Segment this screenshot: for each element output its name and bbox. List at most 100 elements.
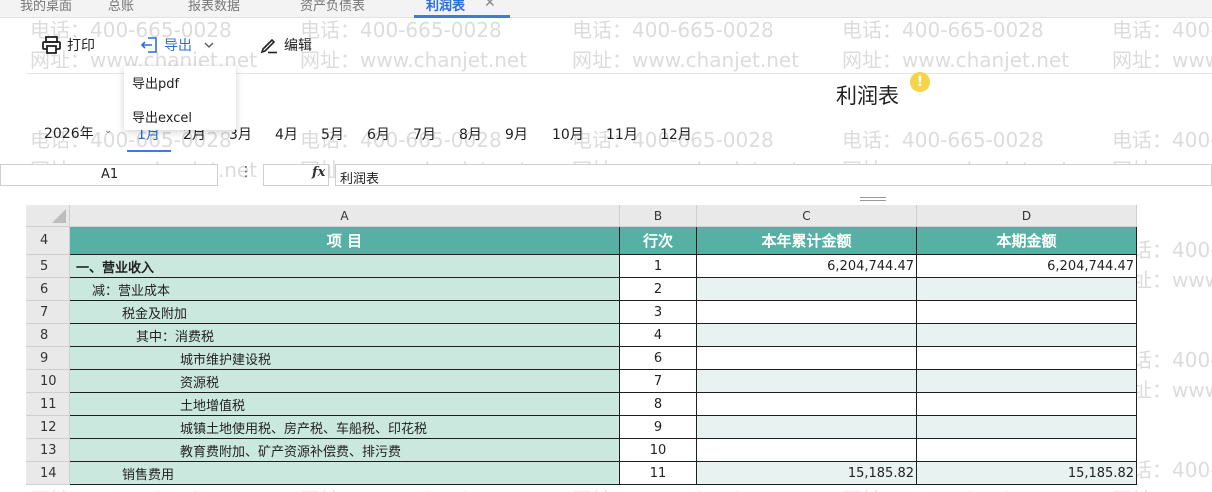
year-selector[interactable]: 2026年 [44,123,94,143]
item-cell[interactable]: 教育费附加、矿产资源补偿费、排污费 [70,439,620,462]
current-amount-cell[interactable] [917,439,1137,462]
pane-splitter-handle[interactable] [860,197,886,201]
warning-icon[interactable]: ! [910,72,930,92]
ytd-amount-cell[interactable] [697,370,917,393]
row-header[interactable]: 5 [26,255,70,278]
item-cell[interactable]: 一、营业收入 [70,255,620,278]
line-number-cell[interactable]: 3 [620,301,697,324]
current-amount-cell[interactable] [917,393,1137,416]
export-excel-option[interactable]: 导出excel [132,107,192,126]
line-number-cell[interactable]: 4 [620,324,697,347]
current-amount-cell[interactable] [917,370,1137,393]
month-tab[interactable]: 6月 [367,124,390,144]
row-header[interactable]: 11 [26,393,70,416]
cell-name-box[interactable]: A1 [0,164,218,186]
watermark-site: 网址：www.chanjet.net [572,48,800,72]
export-dropdown-menu: 导出pdf 导出excel [124,66,236,130]
chevron-down-icon[interactable]: ⌄ [104,125,112,136]
month-tab[interactable]: 11月 [606,124,638,144]
watermark-phone: 电话：400-665-0028 [572,18,774,42]
watermark-site: 网址：www.chanjet.net [1112,48,1212,72]
edit-button[interactable]: 编辑 [260,34,312,56]
active-tab-indicator [414,15,510,18]
row-header[interactable]: 4 [26,227,70,255]
month-tab[interactable]: 4月 [275,124,298,144]
table-header-cell[interactable]: 本年累计金额 [697,227,917,255]
column-header[interactable]: B [620,205,697,227]
select-all-corner[interactable] [26,205,70,227]
ytd-amount-cell[interactable] [697,439,917,462]
row-header[interactable]: 9 [26,347,70,370]
watermark-phone: 电话：400-665-0028 [1112,128,1212,152]
current-amount-cell[interactable]: 6,204,744.47 [917,255,1137,278]
table-header-cell[interactable]: 本期金额 [917,227,1137,255]
ytd-amount-cell[interactable]: 6,204,744.47 [697,255,917,278]
month-tab[interactable]: 9月 [505,124,528,144]
ytd-amount-cell[interactable] [697,416,917,439]
fx-icon[interactable]: fx [312,165,325,180]
current-amount-cell[interactable] [917,347,1137,370]
month-tab[interactable]: 12月 [660,124,692,144]
item-cell[interactable]: 减：营业成本 [70,278,620,301]
table-header-cell[interactable]: 行次 [620,227,697,255]
more-vertical-icon[interactable]: ⋮ [239,164,253,180]
line-number-cell[interactable]: 8 [620,393,697,416]
ytd-amount-cell[interactable] [697,347,917,370]
row-header[interactable]: 14 [26,462,70,485]
export-pdf-option[interactable]: 导出pdf [132,73,179,92]
tab-report-data[interactable]: 报表数据 [188,0,240,14]
item-cell[interactable]: 其中：消费税 [70,324,620,347]
line-number-cell[interactable]: 6 [620,347,697,370]
item-cell[interactable]: 城市维护建设税 [70,347,620,370]
close-icon[interactable]: ✕ [484,0,496,11]
line-number-cell[interactable]: 11 [620,462,697,485]
line-number-cell[interactable]: 7 [620,370,697,393]
item-cell[interactable]: 城镇土地使用税、房产税、车船税、印花税 [70,416,620,439]
column-header[interactable]: A [70,205,620,227]
row-header[interactable]: 6 [26,278,70,301]
tab-ledger[interactable]: 总账 [108,0,134,14]
month-tab[interactable]: 8月 [459,124,482,144]
watermark-phone: 电话：400-665-0028 [300,18,502,42]
line-number-cell[interactable]: 2 [620,278,697,301]
item-cell[interactable]: 资源税 [70,370,620,393]
export-button[interactable]: 导出 [140,34,220,56]
ytd-amount-cell[interactable] [697,393,917,416]
current-amount-cell[interactable] [917,301,1137,324]
row-header[interactable]: 13 [26,439,70,462]
item-cell[interactable]: 销售费用 [70,462,620,485]
print-button[interactable]: 打印 [42,34,95,56]
line-number-cell[interactable]: 1 [620,255,697,278]
row-header[interactable]: 10 [26,370,70,393]
export-label: 导出 [164,38,192,54]
ytd-amount-cell[interactable]: 15,185.82 [697,462,917,485]
ytd-amount-cell[interactable] [697,278,917,301]
line-number-cell[interactable]: 9 [620,416,697,439]
table-header-cell[interactable]: 项 目 [70,227,620,255]
current-amount-cell[interactable]: 15,185.82 [917,462,1137,485]
current-amount-cell[interactable] [917,416,1137,439]
item-cell[interactable]: 税金及附加 [70,301,620,324]
print-label: 打印 [67,38,95,54]
month-tab[interactable]: 5月 [321,124,344,144]
ytd-amount-cell[interactable] [697,301,917,324]
month-tab[interactable]: 7月 [413,124,436,144]
report-title: 利润表 [836,84,899,108]
formula-bar: A1 ⋮ fx 利润表 [0,162,1212,188]
column-header[interactable]: D [917,205,1137,227]
ytd-amount-cell[interactable] [697,324,917,347]
current-amount-cell[interactable] [917,324,1137,347]
tab-income-statement[interactable]: 利润表 [426,0,465,14]
tab-balance-sheet[interactable]: 资产负债表 [300,0,365,14]
formula-input[interactable]: 利润表 [335,164,1212,187]
row-header[interactable]: 12 [26,416,70,439]
watermark-site: 网址：www.chanjet.net [300,48,528,72]
item-cell[interactable]: 土地增值税 [70,393,620,416]
column-header[interactable]: C [697,205,917,227]
month-tab[interactable]: 10月 [552,124,584,144]
tab-desktop[interactable]: 我的桌面 [20,0,72,14]
row-header[interactable]: 8 [26,324,70,347]
line-number-cell[interactable]: 10 [620,439,697,462]
current-amount-cell[interactable] [917,278,1137,301]
row-header[interactable]: 7 [26,301,70,324]
